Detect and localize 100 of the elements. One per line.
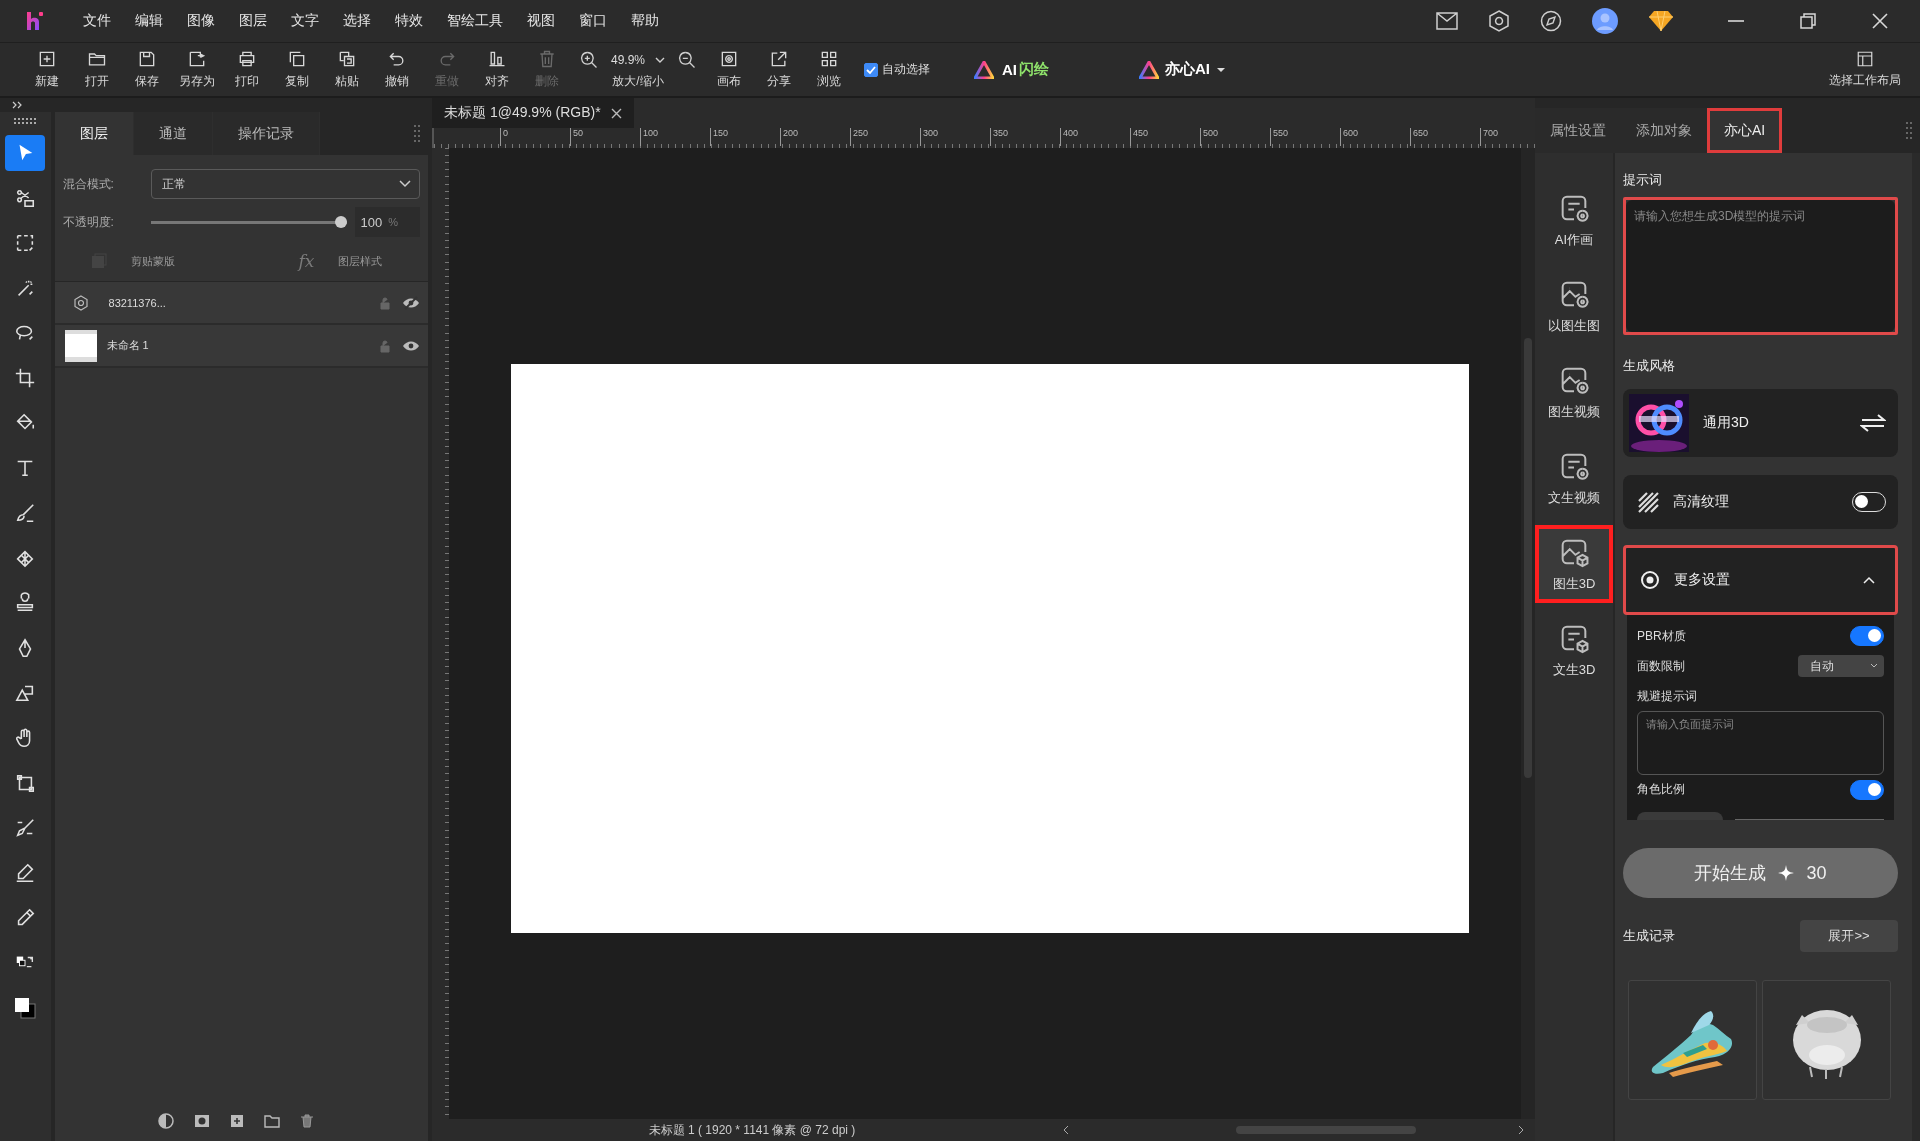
vertical-scrollbar[interactable] <box>1521 148 1535 1119</box>
menu-item[interactable]: 图像 <box>175 12 227 30</box>
toolbar-button[interactable]: 粘贴 <box>322 49 372 90</box>
floppy-icon <box>137 49 157 69</box>
layer-row[interactable]: 83211376... <box>54 282 428 325</box>
menu-item[interactable]: 文字 <box>279 12 331 30</box>
menu-item[interactable]: 编辑 <box>123 12 175 30</box>
menu-item[interactable]: 图层 <box>227 12 279 30</box>
zoom-label: 放大/缩小 <box>612 72 664 90</box>
expand-button[interactable]: 展开>> <box>1800 920 1898 952</box>
style-card[interactable]: 通用3D <box>1623 389 1898 457</box>
panel-tab[interactable]: 亦心AI <box>1707 108 1783 153</box>
grip-icon[interactable] <box>1906 121 1912 140</box>
setting-toggle[interactable] <box>1850 779 1884 800</box>
triangle-logo-icon <box>974 60 994 79</box>
mail-icon[interactable] <box>1436 12 1458 30</box>
yixin-ai-button[interactable]: 亦心AI <box>1139 60 1226 79</box>
toolbar-button[interactable]: 打印 <box>222 49 272 90</box>
expand-icon[interactable] <box>12 101 24 109</box>
menu-item[interactable]: 窗口 <box>567 12 619 30</box>
zoom-in-icon[interactable] <box>579 49 599 70</box>
ai-nav-item[interactable]: AI作画 <box>1535 181 1613 259</box>
sparkle-icon <box>1778 865 1795 881</box>
tool-button[interactable] <box>5 135 46 171</box>
document-tab[interactable]: 未标题 1@49.9% (RGB)* <box>432 98 634 128</box>
panel-tab[interactable]: 操作记录 <box>212 112 320 155</box>
panel-tab[interactable]: 属性设置 <box>1535 108 1621 153</box>
blend-mode-dropdown[interactable]: 正常 <box>150 169 420 199</box>
layout-button[interactable]: 选择工作布局 <box>1820 50 1910 89</box>
ai-nav-item[interactable]: 文生3D <box>1535 611 1613 689</box>
toolbar-button[interactable]: 新建 <box>22 49 72 90</box>
folder-icon[interactable] <box>264 1114 281 1128</box>
ai-nav-item[interactable]: 图生视频 <box>1535 353 1613 431</box>
style-name: 通用3D <box>1703 414 1750 432</box>
toolbar-button[interactable]: 另存为 <box>172 49 222 90</box>
layer-row[interactable]: 未命名 1 <box>54 325 428 368</box>
avatar-icon[interactable] <box>1592 8 1618 34</box>
face-limit-dropdown[interactable]: 自动 <box>1798 655 1884 678</box>
negative-prompt-field[interactable]: 请输入负面提示词 <box>1637 710 1884 775</box>
printer-icon <box>237 49 257 69</box>
toolbar-button[interactable]: 对齐 <box>472 49 522 90</box>
auto-select-checkbox[interactable]: 自动选择 <box>864 61 930 78</box>
menu-item[interactable]: 帮助 <box>619 12 671 30</box>
scroll-right-icon[interactable] <box>1517 1125 1525 1135</box>
layer-style-label[interactable]: 图层样式 <box>338 253 383 269</box>
ai-nav-item[interactable]: 图生3D <box>1535 525 1613 603</box>
restore-icon[interactable] <box>1798 11 1818 31</box>
zoom-out-icon[interactable] <box>677 49 697 70</box>
panel-tab[interactable]: 图层 <box>54 112 134 155</box>
prompt-field[interactable]: 请输入您想生成3D模型的提示词 <box>1626 200 1895 332</box>
menu-item[interactable]: 特效 <box>383 12 435 30</box>
close-icon[interactable] <box>1870 11 1890 31</box>
grip-icon[interactable] <box>414 124 420 143</box>
zoom-dropdown[interactable]: 49.9% <box>607 52 669 67</box>
eye-icon[interactable] <box>402 295 420 310</box>
toolbar-button[interactable]: 保存 <box>122 49 172 90</box>
ai-nav-item[interactable]: 以图生图 <box>1535 267 1613 345</box>
compass-icon[interactable] <box>1540 10 1562 32</box>
ruler-label: 200 <box>780 128 850 146</box>
panel-tab[interactable]: 添加对象 <box>1621 108 1707 153</box>
more-settings-header[interactable]: 更多设置 <box>1623 545 1898 615</box>
trash-icon[interactable] <box>300 1114 315 1128</box>
grip-icon[interactable] <box>14 118 37 124</box>
history-item[interactable] <box>1762 980 1891 1100</box>
ai-flash-button[interactable]: AI闪绘 <box>974 60 1049 79</box>
close-icon[interactable] <box>610 107 622 119</box>
panel-tab[interactable]: 通道 <box>133 112 213 155</box>
generate-button[interactable]: 开始生成 30 <box>1623 848 1898 898</box>
gem-icon[interactable] <box>1648 10 1674 32</box>
canvas-icon <box>719 49 739 69</box>
healing-icon <box>14 817 37 839</box>
adjustment-icon[interactable] <box>158 1113 175 1129</box>
scroll-left-icon[interactable] <box>1062 1125 1070 1135</box>
menu-item[interactable]: 视图 <box>515 12 567 30</box>
ruler-label: 0 <box>500 128 570 146</box>
toolbar-button[interactable]: 打开 <box>72 49 122 90</box>
toolbar-button[interactable]: 复制 <box>272 49 322 90</box>
ruler-label: 350 <box>990 128 1060 146</box>
history-item[interactable] <box>1628 980 1757 1100</box>
toolbar-button[interactable]: 撤销 <box>372 49 422 90</box>
opacity-value[interactable]: 100 <box>360 214 383 230</box>
toolbar-button[interactable]: 画布 <box>704 49 754 90</box>
mask-icon[interactable] <box>194 1114 211 1128</box>
menu-item[interactable]: 智绘工具 <box>435 12 515 30</box>
settings-icon[interactable] <box>1488 10 1510 32</box>
ruler-label: 150 <box>710 128 780 146</box>
ai-nav-item[interactable]: 文生视频 <box>1535 439 1613 517</box>
prompt-label: 提示词 <box>1623 171 1663 189</box>
menu-item[interactable]: 选择 <box>331 12 383 30</box>
toolbar-button[interactable]: 分享 <box>754 49 804 90</box>
ruler-label: 100 <box>640 128 710 146</box>
clip-mask-label[interactable]: 剪贴蒙版 <box>130 253 175 269</box>
new-layer-icon[interactable] <box>230 1114 245 1128</box>
status-text: 未标题 1 ( 1920 * 1141 像素 @ 72 dpi ) <box>647 1121 857 1139</box>
setting-toggle[interactable] <box>1850 626 1884 647</box>
toolbar-button[interactable]: 浏览 <box>804 49 854 90</box>
swap-icon[interactable] <box>1860 413 1886 433</box>
menu-item[interactable]: 文件 <box>71 12 123 30</box>
ruler-label: 250 <box>850 128 920 146</box>
setting-label: 规避提示词 <box>1637 687 1698 705</box>
